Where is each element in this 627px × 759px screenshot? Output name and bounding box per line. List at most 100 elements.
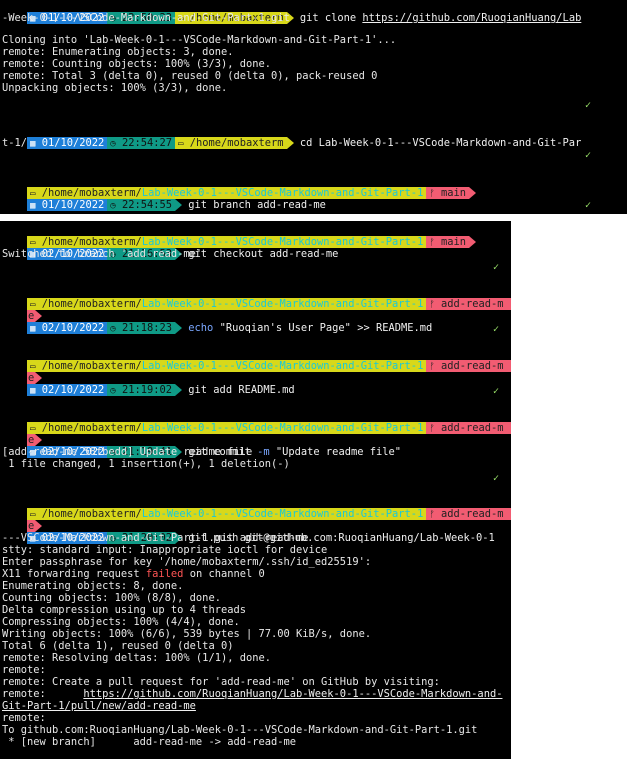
time-text: 21:19:02 — [121, 384, 173, 397]
date-text: 01/10/2022 — [41, 199, 105, 212]
prompt-line: ▦ 02/10/2022 ◷ 21:19:41 git commit -m "Up… — [2, 434, 401, 459]
output-text: on channel 0 — [183, 568, 265, 580]
success-check-icon: ✓ — [585, 150, 592, 161]
output-line: X11 forwarding request failed on channel… — [2, 568, 265, 580]
command-text: "Update readme file" — [269, 446, 401, 459]
path-text: /home/mobaxterm/ — [41, 360, 142, 373]
prompt-arrow-icon — [469, 187, 477, 200]
date-text: 02/10/2022 — [41, 384, 105, 397]
command-text: git checkout add-read-me — [188, 248, 339, 261]
path-text: /home/mobaxterm/ — [41, 422, 142, 435]
success-check-icon: ✓ — [493, 324, 500, 335]
prompt-line: ▦ 02/10/2022 ◷ 21:19:02 git add README.md — [2, 372, 295, 397]
prompt-line: ▦ 02/10/2022 ◷ 21:16:53 git checkout add-… — [2, 236, 338, 261]
error-text: failed — [145, 568, 184, 580]
path-text: /home/mobaxterm — [189, 137, 284, 150]
command-text: cd Lab-Week-0-1---VSCode-Markdown-and-Gi… — [299, 137, 582, 150]
time-segment: ◷ 21:18:23 — [107, 322, 176, 335]
output-line: remote: — [2, 664, 46, 676]
output-line: [add-read-me 58fbedd] Update readme file — [2, 446, 253, 458]
terminal-window-2[interactable]: ▭ /home/mobaxterm/Lab-Week-0-1---VSCode-… — [0, 221, 511, 759]
output-line: 1 file changed, 1 insertion(+), 1 deleti… — [2, 458, 290, 470]
time-text: 22:54:27 — [121, 137, 173, 150]
path-segment: ▭ /home/mobaxterm/Lab-Week-0-1---VSCode-… — [27, 360, 427, 373]
output-line: ---VSCode-Markdown-and-Git-Part-1.git ad… — [2, 532, 309, 544]
date-segment: ▦ 02/10/2022 — [27, 322, 108, 335]
clock-icon: ◷ — [110, 139, 116, 150]
git-branch-segment: ᚠ add-read-m — [426, 422, 511, 435]
output-line: remote: https://github.com/RuoqianHuang/… — [2, 688, 502, 700]
output-line: remote: Resolving deltas: 100% (1/1), do… — [2, 652, 271, 664]
prompt-line: e — [2, 422, 43, 447]
path-segment: ▭ /home/mobaxterm/Lab-Week-0-1---VSCode-… — [27, 298, 427, 311]
output-line: Counting objects: 100% (8/8), done. — [2, 592, 221, 604]
path-text: /home/mobaxterm/ — [41, 508, 142, 521]
output-line: * [new branch] add-read-me -> add-read-m… — [2, 736, 297, 748]
repo-dir-text: Lab-Week-0-1---VSCode-Markdown-and-Git-P… — [141, 422, 424, 435]
branch-text: add-read-m — [441, 422, 504, 435]
output-line: remote: Enumerating objects: 3, done. — [2, 46, 234, 58]
success-check-icon: ✓ — [493, 262, 500, 273]
branch-text: add-read-m — [441, 508, 504, 521]
git-branch-segment: ᚠ main — [426, 187, 470, 200]
calendar-icon: ▦ — [30, 324, 36, 335]
git-branch-segment: ᚠ add-read-m — [426, 298, 511, 311]
output-text: X11 forwarding request — [2, 568, 146, 580]
calendar-icon: ▦ — [30, 201, 36, 212]
output-line: Enumerating objects: 8, done. — [2, 580, 184, 592]
success-check-icon: ✓ — [585, 200, 592, 211]
output-line: Delta compression using up to 4 threads — [2, 604, 246, 616]
git-branch-icon: ᚠ — [429, 189, 435, 200]
command-text: "Ruoqian's User Page" >> README.md — [213, 322, 433, 335]
time-segment: ◷ 22:54:27 — [107, 137, 176, 150]
prompt-line: ▭ /home/mobaxterm/Lab-Week-0-1---VSCode-… — [2, 410, 511, 435]
success-check-icon: ✓ — [493, 473, 500, 484]
calendar-icon: ▦ — [30, 386, 36, 397]
prompt-arrow-icon — [175, 199, 183, 212]
prompt-line: ▭ /home/mobaxterm/Lab-Week-0-1---VSCode-… — [2, 348, 511, 373]
prompt-line: e — [2, 298, 43, 323]
repo-dir-text: Lab-Week-0-1---VSCode-Markdown-and-Git-P… — [141, 298, 424, 311]
git-branch-icon: ᚠ — [429, 362, 435, 373]
date-text: 01/10/2022 — [41, 137, 105, 150]
prompt-line: ▦ 01/10/2022 ◷ 22:54:27 ▭ /home/mobaxterm … — [2, 125, 581, 150]
prompt-line: ▦ 01/10/2022 ◷ 22:54:55 git branch add-re… — [2, 187, 326, 212]
output-line: Compressing objects: 100% (4/4), done. — [2, 616, 240, 628]
command-flag: -m — [257, 446, 270, 459]
path-segment: ▭ /home/mobaxterm/Lab-Week-0-1---VSCode-… — [27, 508, 427, 521]
output-line: Enter passphrase for key '/home/mobaxter… — [2, 556, 372, 568]
time-text: 22:54:55 — [121, 199, 173, 212]
time-segment: ◷ 22:54:55 — [107, 199, 176, 212]
prompt-line: ▭ /home/mobaxterm/Lab-Week-0-1---VSCode-… — [2, 496, 511, 521]
output-text: remote: — [2, 688, 84, 700]
terminal-window-1[interactable]: ▦ 01/10/2022 ◷ 22:50:23 ▭ /home/mobaxterm … — [0, 0, 627, 214]
output-line: Cloning into 'Lab-Week-0-1---VSCode-Mark… — [2, 34, 397, 46]
branch-text: add-read-m — [441, 298, 504, 311]
output-line: remote: Create a pull request for 'add-r… — [2, 676, 440, 688]
prompt-line: e — [2, 360, 43, 385]
command-keyword: echo — [188, 322, 214, 335]
pull-request-url-link[interactable]: https://github.com/RuoqianHuang/Lab-Week… — [83, 688, 502, 700]
prompt-arrow-icon — [175, 322, 183, 335]
branch-text: main — [441, 236, 467, 249]
output-line: remote: — [2, 712, 46, 724]
output-line: -Week-0-1---VSCode-Markdown-and-Git-Part… — [2, 12, 290, 24]
date-segment: ▦ 02/10/2022 — [27, 384, 108, 397]
time-text: 21:18:23 — [121, 322, 173, 335]
prompt-arrow-icon — [286, 137, 294, 150]
pull-request-url-link[interactable]: Git-Part-1/pull/new/add-read-me — [2, 700, 196, 712]
repo-url-link[interactable]: https://github.com/RuoqianHuang/Lab — [362, 12, 581, 24]
git-branch-segment: ᚠ add-read-m — [426, 508, 511, 521]
output-line: Unpacking objects: 100% (3/3), done. — [2, 82, 228, 94]
success-check-icon: ✓ — [585, 100, 592, 111]
date-segment: ▦ 01/10/2022 — [27, 199, 108, 212]
prompt-line: e — [2, 508, 43, 533]
clock-icon: ◷ — [110, 386, 116, 397]
path-segment: ▭ /home/mobaxterm — [175, 137, 287, 150]
repo-dir-text: Lab-Week-0-1---VSCode-Markdown-and-Git-P… — [141, 360, 424, 373]
output-line: remote: Counting objects: 100% (3/3), do… — [2, 58, 271, 70]
success-check-icon: ✓ — [493, 386, 500, 397]
prompt-line: ▦ 02/10/2022 ◷ 21:20:02 git push git@gith… — [2, 520, 495, 545]
git-branch-icon: ᚠ — [429, 424, 435, 435]
output-line: Total 6 (delta 1), reused 0 (delta 0) — [2, 640, 234, 652]
